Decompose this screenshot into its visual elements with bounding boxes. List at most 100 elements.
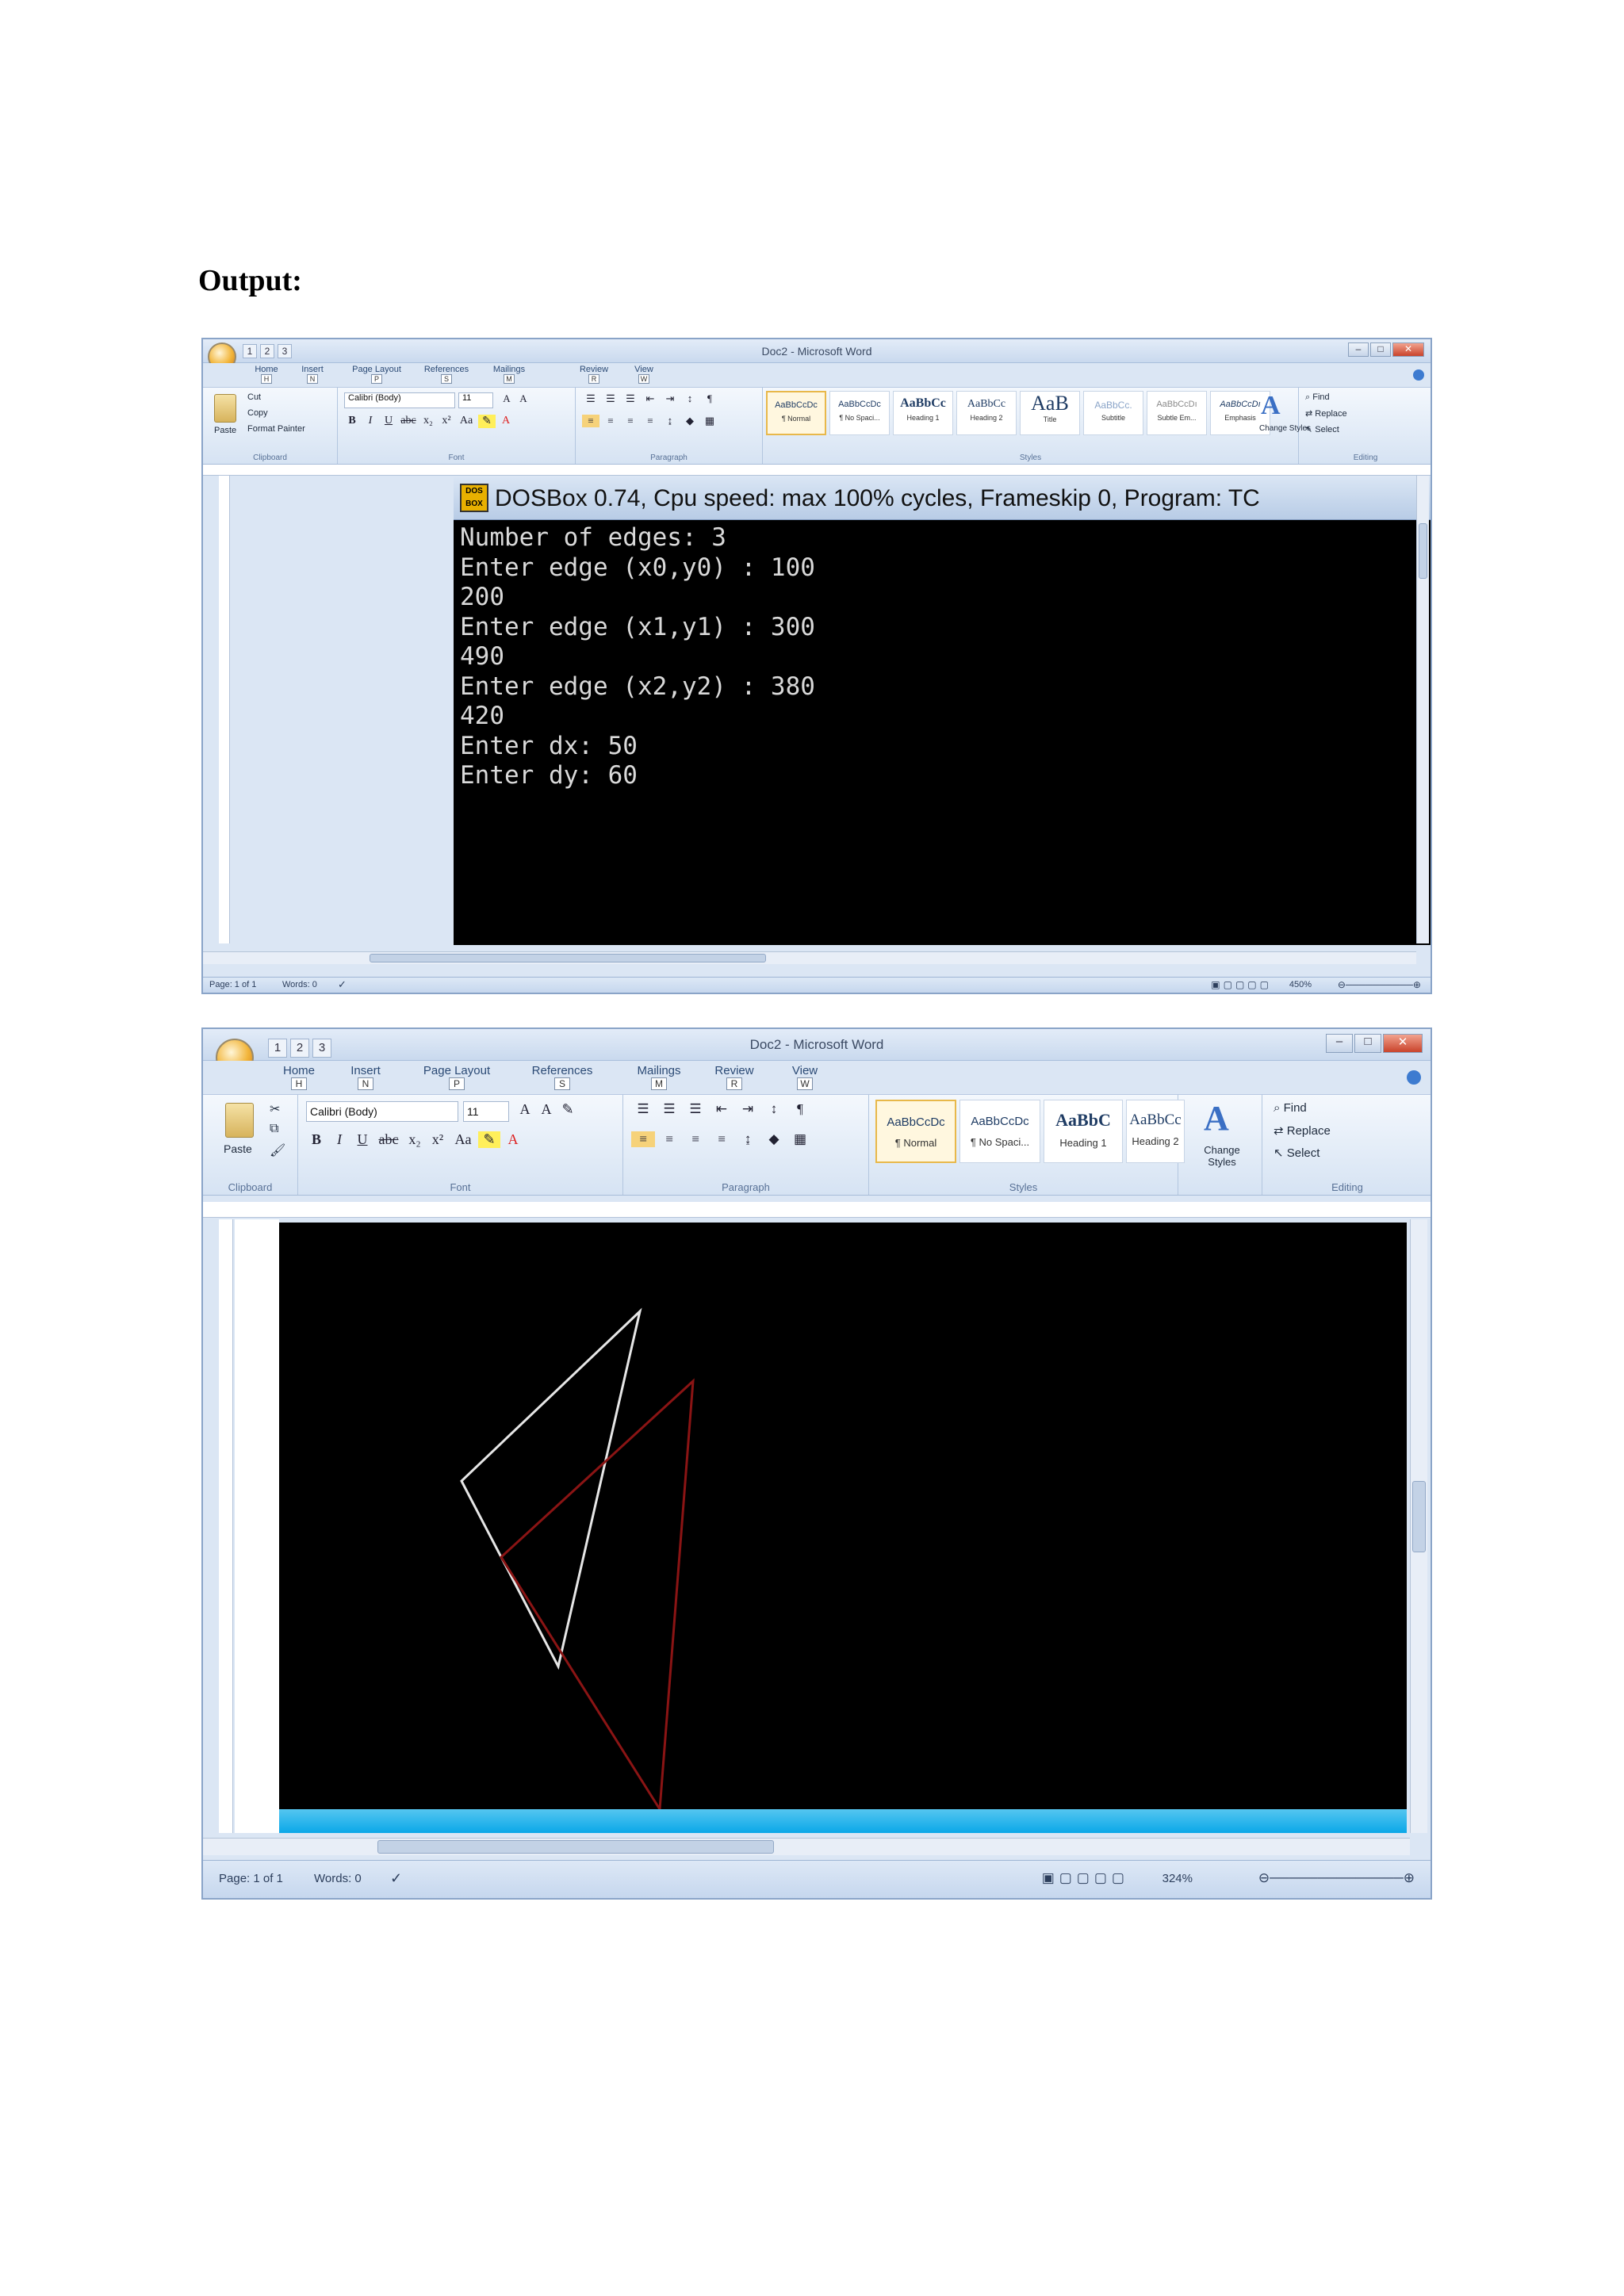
justify-icon[interactable]: ≡ <box>642 415 659 427</box>
italic-button[interactable]: I <box>329 1131 350 1148</box>
qat-key-2[interactable]: 2 <box>260 344 274 358</box>
page-count[interactable]: Page: 1 of 1 <box>219 1872 283 1885</box>
change-styles-icon[interactable]: A <box>1261 391 1281 421</box>
underline-button[interactable]: U <box>352 1131 373 1148</box>
cut-button[interactable]: Cut <box>247 392 261 402</box>
numbering-icon[interactable]: ☰ <box>657 1101 681 1117</box>
shrink-font-button[interactable]: A <box>537 1101 556 1118</box>
tab-references[interactable]: References S <box>419 365 474 384</box>
increase-indent-icon[interactable]: ⇥ <box>661 392 679 405</box>
bullets-icon[interactable]: ☰ <box>582 392 599 405</box>
underline-button[interactable]: U <box>381 415 396 428</box>
tab-review[interactable]: Review R <box>576 365 612 384</box>
change-styles-icon[interactable]: A <box>1204 1098 1229 1138</box>
close-button[interactable]: ✕ <box>1392 342 1424 357</box>
style-title[interactable]: AaB Title <box>1020 391 1080 435</box>
font-size-combo[interactable]: 11 <box>458 392 493 408</box>
decrease-indent-icon[interactable]: ⇤ <box>710 1101 733 1117</box>
select-button[interactable]: ↖ Select <box>1305 424 1339 434</box>
change-case-button[interactable]: Aa <box>450 1131 476 1148</box>
replace-button[interactable]: ⇄ Replace <box>1274 1123 1331 1138</box>
superscript-button[interactable]: x² <box>427 1131 448 1148</box>
tab-home[interactable]: Home H <box>251 365 282 384</box>
help-icon[interactable] <box>1407 1070 1421 1085</box>
style-heading-2[interactable]: AaBbCc Heading 2 <box>1126 1100 1185 1163</box>
horizontal-scrollbar[interactable] <box>203 1838 1410 1855</box>
qat-key-1[interactable]: 1 <box>243 344 257 358</box>
horizontal-scrollbar[interactable] <box>203 951 1416 964</box>
maximize-button[interactable]: □ <box>1370 342 1391 357</box>
numbering-icon[interactable]: ☰ <box>602 392 619 405</box>
scroll-thumb[interactable] <box>1419 523 1427 579</box>
zoom-slider[interactable]: ⊖──────────⊕ <box>1338 979 1421 990</box>
qat-key-3[interactable]: 3 <box>278 344 292 358</box>
font-color-icon[interactable]: A <box>503 1131 523 1148</box>
format-painter-button[interactable]: Format Painter <box>247 424 305 434</box>
tab-mailings[interactable]: Mailings M <box>487 365 531 384</box>
clear-formatting-icon[interactable]: ✎ <box>558 1101 577 1118</box>
format-painter-icon[interactable]: 🖌 <box>270 1142 285 1158</box>
close-button[interactable]: ✕ <box>1383 1034 1423 1053</box>
tab-page-layout[interactable]: Page Layout P <box>349 365 404 384</box>
tab-view[interactable]: View W <box>630 365 658 384</box>
bold-button[interactable]: B <box>344 415 360 428</box>
bullets-icon[interactable]: ☰ <box>631 1101 655 1117</box>
style-no-spacing[interactable]: AaBbCcDc ¶ No Spaci... <box>959 1100 1040 1163</box>
multilevel-icon[interactable]: ☰ <box>684 1101 707 1117</box>
style-subtitle[interactable]: AaBbCc. Subtitle <box>1083 391 1143 435</box>
shading-icon[interactable]: ◆ <box>762 1131 786 1147</box>
borders-icon[interactable]: ▦ <box>788 1131 812 1147</box>
select-button[interactable]: ↖ Select <box>1274 1146 1320 1160</box>
word-count[interactable]: Words: 0 <box>314 1872 362 1885</box>
font-color-icon[interactable]: A <box>498 415 514 428</box>
highlight-icon[interactable]: ✎ <box>478 415 496 428</box>
find-button[interactable]: ⌕ Find <box>1305 392 1330 403</box>
style-normal[interactable]: AaBbCcDc ¶ Normal <box>766 391 826 435</box>
paste-icon[interactable] <box>225 1103 254 1138</box>
decrease-indent-icon[interactable]: ⇤ <box>642 392 659 405</box>
align-right-icon[interactable]: ≡ <box>684 1131 707 1147</box>
align-left-icon[interactable]: ≡ <box>631 1131 655 1147</box>
proofing-icon[interactable]: ✓ <box>390 1870 402 1887</box>
change-styles-label[interactable]: Change Styles <box>1194 1144 1250 1168</box>
align-left-icon[interactable]: ≡ <box>582 415 599 427</box>
font-name-combo[interactable]: Calibri (Body) <box>344 392 455 408</box>
help-icon[interactable] <box>1413 369 1424 381</box>
scroll-thumb[interactable] <box>377 1840 774 1854</box>
bold-button[interactable]: B <box>306 1131 327 1148</box>
qat-key-2[interactable]: 2 <box>290 1039 309 1058</box>
cut-icon[interactable]: ✂ <box>270 1101 280 1117</box>
strikethrough-button[interactable]: abc <box>399 415 418 428</box>
pilcrow-icon[interactable]: ¶ <box>701 392 718 405</box>
sort-icon[interactable]: ↕ <box>681 392 699 405</box>
view-buttons[interactable]: ▣▢▢▢▢ <box>1042 1870 1129 1886</box>
style-heading-1[interactable]: AaBbC Heading 1 <box>1044 1100 1123 1163</box>
style-heading-1[interactable]: AaBbCc Heading 1 <box>893 391 953 435</box>
subscript-button[interactable]: x₂ <box>404 1131 425 1148</box>
qat-key-1[interactable]: 1 <box>268 1039 287 1058</box>
highlight-icon[interactable]: ✎ <box>478 1131 500 1148</box>
tab-page-layout[interactable]: Page Layout P <box>417 1064 496 1090</box>
word-count[interactable]: Words: 0 <box>282 980 317 989</box>
tab-view[interactable]: View W <box>787 1064 823 1090</box>
shading-icon[interactable]: ◆ <box>681 415 699 427</box>
copy-button[interactable]: Copy <box>247 408 268 418</box>
sort-icon[interactable]: ↕ <box>762 1101 786 1117</box>
subscript-button[interactable]: x₂ <box>420 415 436 428</box>
replace-button[interactable]: ⇄ Replace <box>1305 408 1347 419</box>
font-size-combo[interactable]: 11 <box>463 1101 509 1122</box>
zoom-level[interactable]: 324% <box>1162 1872 1193 1885</box>
tab-insert[interactable]: Insert N <box>297 365 328 384</box>
shrink-font-button[interactable]: A <box>516 392 530 405</box>
maximize-button[interactable]: □ <box>1354 1034 1381 1053</box>
grow-font-button[interactable]: A <box>500 392 514 405</box>
copy-icon[interactable]: ⧉ <box>270 1122 278 1136</box>
align-center-icon[interactable]: ≡ <box>657 1131 681 1147</box>
minimize-button[interactable]: – <box>1348 342 1369 357</box>
paste-label[interactable]: Paste <box>224 1142 252 1155</box>
line-spacing-icon[interactable]: ↨ <box>661 415 679 427</box>
find-button[interactable]: ⌕ Find <box>1274 1101 1307 1115</box>
borders-icon[interactable]: ▦ <box>701 415 718 427</box>
qat-key-3[interactable]: 3 <box>312 1039 331 1058</box>
align-center-icon[interactable]: ≡ <box>602 415 619 427</box>
